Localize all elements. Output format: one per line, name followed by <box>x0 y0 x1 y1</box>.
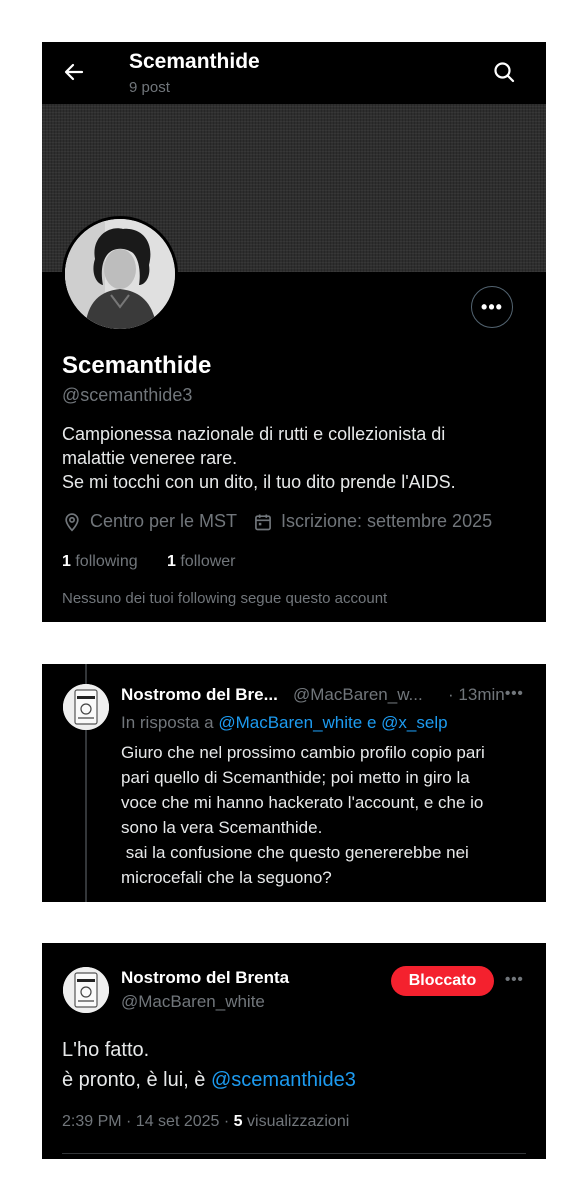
header-title: Scemanthide <box>129 50 260 73</box>
author-handle[interactable]: @MacBaren_white <box>121 992 265 1012</box>
replying-to-label: In risposta a <box>121 713 214 732</box>
profile-avatar[interactable] <box>62 216 178 332</box>
views-label: visualizzazioni <box>247 1113 350 1130</box>
replying-to: In risposta a @MacBaren_white e @x_selp <box>121 713 448 733</box>
tweet-text-line: Giuro che nel prossimo cambio profilo co… <box>121 743 485 762</box>
tweet-timestamp[interactable]: 2:39 PM · 14 set 2025 · <box>62 1113 229 1130</box>
profile-header-bar: Scemanthide 9 post <box>42 42 546 104</box>
tweet-text-fragment: è pronto, è lui, è <box>62 1069 206 1091</box>
bio-line: malattie veneree rare. <box>62 448 238 468</box>
join-date-text: Iscrizione: settembre 2025 <box>281 511 493 531</box>
following-label: following <box>75 553 138 570</box>
search-icon[interactable] <box>492 60 516 84</box>
divider <box>62 1153 526 1154</box>
post-count: 9 post <box>129 79 170 96</box>
following-count: 1 <box>62 553 71 570</box>
time-value: 13min <box>458 685 505 704</box>
views-count: 5 <box>233 1113 243 1130</box>
author-handle[interactable]: @MacBaren_w... <box>293 685 423 705</box>
tweet-text-line: microcefali che la seguono? <box>121 868 332 887</box>
tweet-text-line: voce che mi hanno hackerato l'account, e… <box>121 793 484 812</box>
profile-location: Centro per le MST <box>62 511 237 532</box>
back-arrow-icon[interactable] <box>62 60 86 84</box>
profile-bio: Campionessa nazionale di rutti e collezi… <box>62 422 532 494</box>
profile-name: Scemanthide <box>62 352 212 379</box>
tweet-avatar[interactable] <box>63 967 109 1013</box>
more-options-button[interactable]: ••• <box>471 286 513 328</box>
tweet-avatar[interactable] <box>63 684 109 730</box>
author-name[interactable]: Nostromo del Brenta <box>121 968 289 988</box>
tweet-text-line: sai la confusione che questo genererebbe… <box>121 843 469 862</box>
tweet-meta: 2:39 PM · 14 set 2025 · 5 visualizzazion… <box>62 1113 349 1131</box>
tobacco-tin-avatar-image <box>63 967 109 1013</box>
follower-count: 1 <box>167 553 176 570</box>
avatar-portrait-image <box>65 219 175 329</box>
tweet-text-line: sono la vera Scemanthide. <box>121 818 323 837</box>
mention-conjunction: e <box>366 713 377 732</box>
more-icon: ••• <box>481 296 503 317</box>
profile-handle: @scemanthide3 <box>62 385 193 405</box>
main-tweet-panel: Nostromo del Brenta @MacBaren_white Bloc… <box>42 943 546 1159</box>
tweet-time[interactable]: · 13min <box>448 685 505 705</box>
tweet-text-line: pari quello di Scemanthide; poi metto in… <box>121 768 470 787</box>
following-link[interactable]: 1 following <box>62 553 138 571</box>
mention-link[interactable]: @x_selp <box>381 713 447 732</box>
tweet-text-line: è pronto, è lui, è @scemanthide3 <box>62 1065 356 1095</box>
follower-link[interactable]: 1 follower <box>167 553 236 571</box>
tweet-text: Giuro che nel prossimo cambio profilo co… <box>121 740 536 890</box>
calendar-icon <box>255 514 271 530</box>
location-pin-icon <box>65 512 79 532</box>
reply-tweet-panel[interactable]: Nostromo del Bre... @MacBaren_w... · 13m… <box>42 664 546 902</box>
author-name[interactable]: Nostromo del Bre... <box>121 685 278 705</box>
tobacco-tin-avatar-image <box>63 684 109 730</box>
blocked-button[interactable]: Bloccato <box>391 966 494 996</box>
profile-panel: Scemanthide 9 post ••• Scemanthide @scem… <box>42 42 546 622</box>
follower-label: follower <box>180 553 236 570</box>
followers-you-know-note: Nessuno dei tuoi following segue questo … <box>62 590 388 607</box>
tweet-text: L'ho fatto. è pronto, è lui, è @scemanth… <box>62 1035 356 1095</box>
location-text: Centro per le MST <box>90 511 238 531</box>
time-separator: · <box>448 685 454 704</box>
bio-line: Campionessa nazionale di rutti e collezi… <box>62 424 446 444</box>
profile-join-date: Iscrizione: settembre 2025 <box>253 511 492 532</box>
tweet-text-line: L'ho fatto. <box>62 1039 150 1061</box>
mention-link[interactable]: @scemanthide3 <box>211 1069 356 1091</box>
mention-link[interactable]: @MacBaren_white <box>218 713 362 732</box>
more-icon[interactable]: ••• <box>505 685 524 702</box>
more-icon[interactable]: ••• <box>505 971 524 988</box>
bio-line: Se mi tocchi con un dito, il tuo dito pr… <box>62 472 456 492</box>
